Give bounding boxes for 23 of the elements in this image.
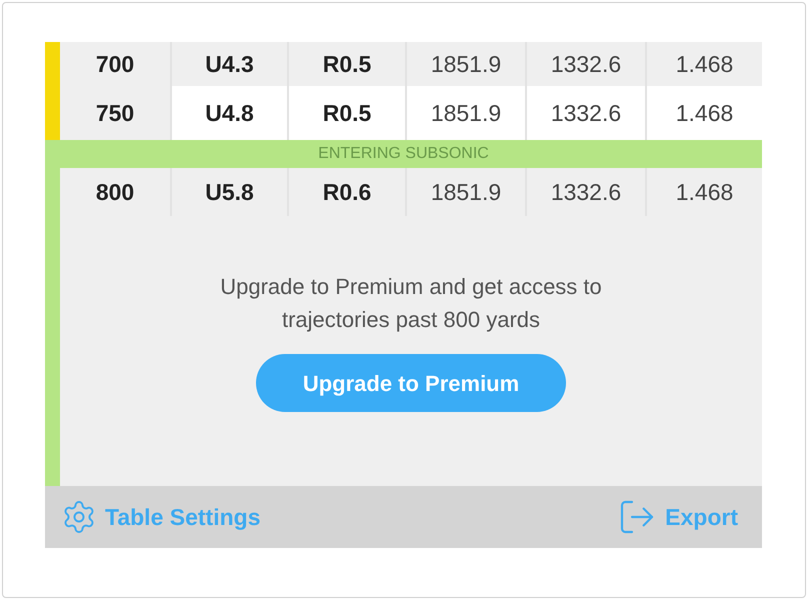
table-cell: U5.8	[205, 180, 254, 204]
table-cell: 750	[96, 102, 134, 124]
table-settings-button[interactable]: Table Settings	[61, 499, 260, 535]
table-cell: 1332.6	[550, 52, 622, 76]
table-cell: 700	[96, 52, 134, 76]
table-cell: 1.468	[676, 52, 734, 76]
table-cell: 1851.9	[430, 180, 502, 204]
table-cell: 800	[96, 180, 134, 204]
table-cell: 1332.6	[550, 180, 622, 204]
export-button[interactable]: Export	[617, 497, 738, 537]
table-cell: 1.468	[676, 102, 734, 124]
table-cell: R0.5	[322, 52, 372, 76]
table-cell: U4.8	[205, 102, 254, 124]
upgrade-button[interactable]: Upgrade to Premium	[256, 354, 566, 412]
table-cell: 1.468	[676, 180, 734, 204]
table-cell: R0.5	[322, 102, 372, 124]
table-cell: 1332.6	[550, 102, 622, 124]
table-cell: 1851.9	[430, 102, 502, 124]
table-cell: 1851.9	[430, 52, 502, 76]
subsonic-banner: ENTERING SUBSONIC	[45, 140, 762, 168]
table-cell: U4.3	[205, 52, 254, 76]
upgrade-message: Upgrade to Premium and get access to trajectories past 800 yards	[219, 273, 603, 334]
table-cell: R0.6	[322, 180, 372, 204]
